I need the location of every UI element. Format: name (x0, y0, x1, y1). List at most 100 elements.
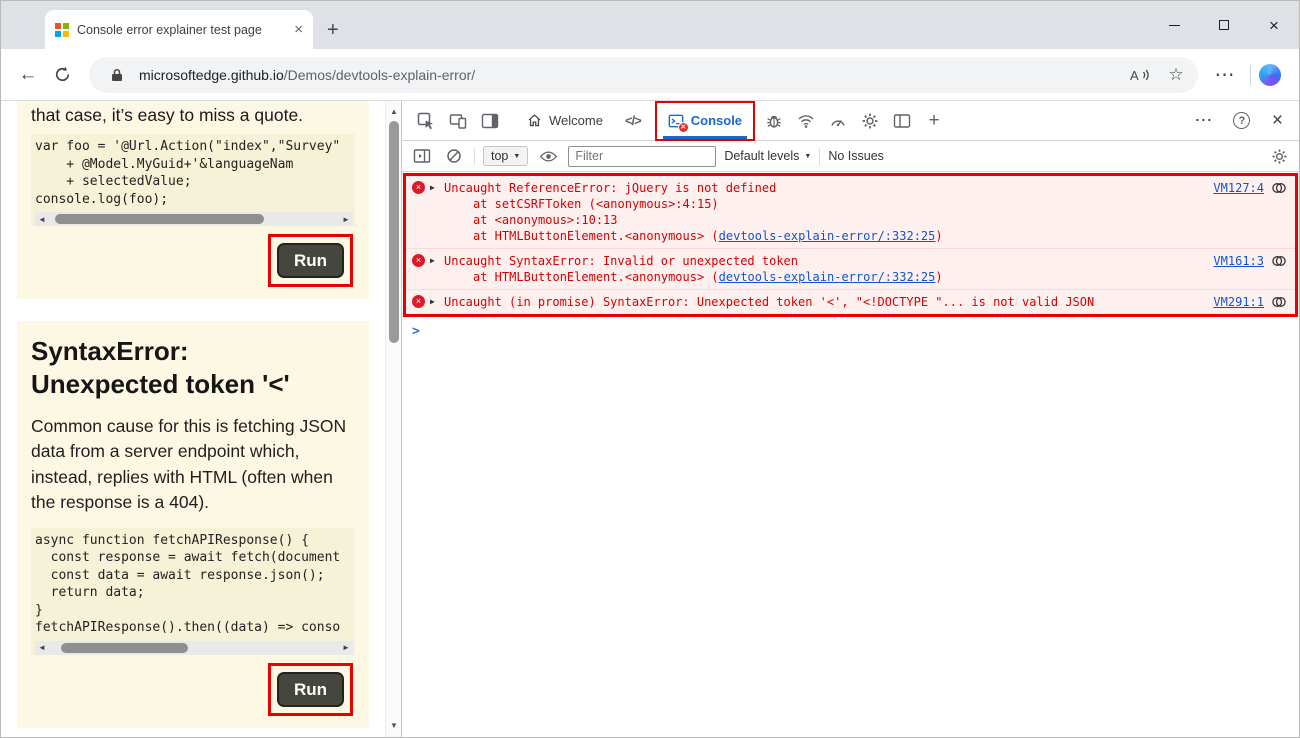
url-domain: microsoftedge.github.io (139, 67, 284, 83)
scrollbar-track[interactable] (49, 212, 339, 226)
scrollbar-track[interactable] (49, 641, 339, 655)
console-sidebar-icon[interactable] (410, 144, 434, 168)
scrollbar-thumb[interactable] (55, 214, 264, 224)
new-tab-button[interactable]: + (327, 20, 339, 40)
code-1-horizontal-scrollbar[interactable]: ◄ ► (35, 212, 353, 226)
tip-heading: SyntaxError: Unexpected token '<' (31, 335, 311, 400)
content-area: that case, it’s easy to miss a quote. va… (1, 101, 1299, 737)
settings-more-icon[interactable]: ⋯ (1208, 58, 1242, 92)
settings-gear-icon[interactable] (854, 105, 886, 137)
console-error-row: ×▶Uncaught (in promise) SyntaxError: Une… (406, 290, 1295, 314)
tab-console-label: Console (691, 113, 742, 128)
scroll-left-arrow-icon[interactable]: ◄ (35, 641, 49, 655)
minimize-button[interactable] (1149, 1, 1199, 49)
tip-paragraph: Common cause for this is fetching JSON d… (31, 414, 355, 516)
close-devtools-icon[interactable]: × (1264, 110, 1291, 132)
debugger-bug-icon[interactable] (758, 105, 790, 137)
tab-console[interactable]: ✕ Console (657, 103, 753, 139)
console-source-link[interactable]: VM291:1 (1213, 295, 1264, 309)
panel-layout-icon[interactable] (474, 105, 506, 137)
layout-panels-icon[interactable] (886, 105, 918, 137)
scroll-up-arrow-icon[interactable]: ▲ (386, 103, 401, 119)
code-2-horizontal-scrollbar[interactable]: ◄ ► (35, 641, 353, 655)
tab-title: Console error explainer test page (77, 23, 286, 37)
code-snippet-1: var foo = '@Url.Action("index","Survey" … (35, 138, 353, 208)
help-icon[interactable]: ? (1226, 105, 1258, 137)
console-source-link[interactable]: VM127:4 (1213, 181, 1264, 195)
svg-text:A: A (1130, 68, 1139, 83)
tab-welcome-label: Welcome (549, 113, 603, 128)
webpage-pane: that case, it’s easy to miss a quote. va… (1, 101, 401, 737)
stack-source-link[interactable]: devtools-explain-error/:332:25 (719, 229, 936, 243)
live-expression-eye-icon[interactable] (536, 144, 560, 168)
javascript-context-dropdown[interactable]: top ▼ (483, 146, 528, 166)
clear-console-icon[interactable] (442, 144, 466, 168)
stack-frame-line: at HTMLButtonElement.<anonymous> (devtoo… (473, 269, 1197, 285)
run-row-1: Run (31, 234, 355, 287)
inspect-element-icon[interactable] (410, 105, 442, 137)
read-aloud-icon[interactable]: A (1126, 61, 1154, 89)
refresh-button[interactable] (45, 58, 79, 92)
error-message-text: Uncaught (in promise) SyntaxError: Unexp… (444, 295, 1094, 309)
log-levels-value: Default levels (724, 149, 799, 163)
scroll-right-arrow-icon[interactable]: ► (339, 641, 353, 655)
console-terminal-icon: ✕ (668, 113, 684, 129)
scroll-down-arrow-icon[interactable]: ▼ (386, 717, 401, 733)
browser-window: Console error explainer test page × + × … (0, 0, 1300, 738)
expand-triangle-icon[interactable]: ▶ (430, 256, 435, 265)
filter-input[interactable] (568, 146, 716, 167)
scroll-left-arrow-icon[interactable]: ◄ (35, 212, 49, 226)
toolbar-divider (474, 148, 475, 165)
issues-counter[interactable]: No Issues (828, 149, 884, 163)
device-emulation-icon[interactable] (442, 105, 474, 137)
devtools-toolbar-right: ⋯ ? × (1188, 105, 1291, 137)
scrollbar-thumb[interactable] (389, 121, 399, 343)
sources-code-icon: </> (625, 113, 641, 128)
copilot-explain-icon[interactable] (1271, 253, 1287, 269)
webpage-content: that case, it’s easy to miss a quote. va… (1, 101, 385, 737)
favorites-star-icon[interactable]: ☆ (1162, 61, 1190, 89)
question-mark-icon: ? (1233, 112, 1250, 129)
lock-icon[interactable] (103, 61, 131, 89)
console-settings-gear-icon[interactable] (1267, 144, 1291, 168)
scrollbar-thumb[interactable] (61, 643, 189, 653)
tab-close-icon[interactable]: × (294, 22, 303, 37)
console-prompt-chevron: > (412, 324, 420, 339)
code-snippet-2: async function fetchAPIResponse() { cons… (35, 532, 353, 637)
scroll-right-arrow-icon[interactable]: ► (339, 212, 353, 226)
more-tools-plus-icon[interactable]: + (918, 105, 950, 137)
performance-gauge-icon[interactable] (822, 105, 854, 137)
address-bar[interactable]: microsoftedge.github.io/Demos/devtools-e… (89, 57, 1198, 93)
copilot-explain-icon[interactable] (1271, 294, 1287, 310)
copilot-explain-icon[interactable] (1271, 180, 1287, 196)
devtools-panel: Welcome </> ✕ Console (401, 101, 1299, 737)
log-levels-dropdown[interactable]: Default levels ▼ (724, 149, 811, 163)
stack-frame-line: at <anonymous>:10:13 (473, 212, 1197, 228)
stack-source-link[interactable]: devtools-explain-error/:332:25 (719, 270, 936, 284)
customize-devtools-icon[interactable]: ⋯ (1188, 105, 1220, 137)
back-button[interactable]: ← (11, 58, 45, 92)
console-source-link[interactable]: VM161:3 (1213, 254, 1264, 268)
page-vertical-scrollbar[interactable]: ▲ ▼ (385, 101, 401, 737)
context-value: top (491, 149, 508, 163)
browser-tab[interactable]: Console error explainer test page × (45, 10, 313, 49)
close-window-button[interactable]: × (1249, 1, 1299, 49)
network-conditions-icon[interactable] (790, 105, 822, 137)
stack-frame-line: at setCSRFToken (<anonymous>:4:15) (473, 196, 1197, 212)
annotation-run-button-2: Run (268, 663, 353, 716)
expand-triangle-icon[interactable]: ▶ (430, 297, 435, 306)
copilot-button[interactable] (1259, 64, 1281, 86)
expand-triangle-icon[interactable]: ▶ (430, 183, 435, 192)
tab-welcome[interactable]: Welcome (516, 101, 614, 141)
run-button-2[interactable]: Run (277, 672, 344, 707)
tip-intro-text: that case, it’s easy to miss a quote. (31, 105, 355, 126)
error-message-text: Uncaught ReferenceError: jQuery is not d… (444, 181, 776, 195)
window-controls: × (1149, 1, 1299, 49)
url-path: /Demos/devtools-explain-error/ (284, 67, 475, 83)
console-prompt-row[interactable]: > (402, 317, 1299, 339)
chevron-down-icon: ▼ (804, 153, 811, 160)
maximize-button[interactable] (1199, 1, 1249, 49)
tab-sources[interactable]: </> (614, 101, 652, 141)
annotation-console-tab: ✕ Console (655, 101, 755, 141)
run-button-1[interactable]: Run (277, 243, 344, 278)
